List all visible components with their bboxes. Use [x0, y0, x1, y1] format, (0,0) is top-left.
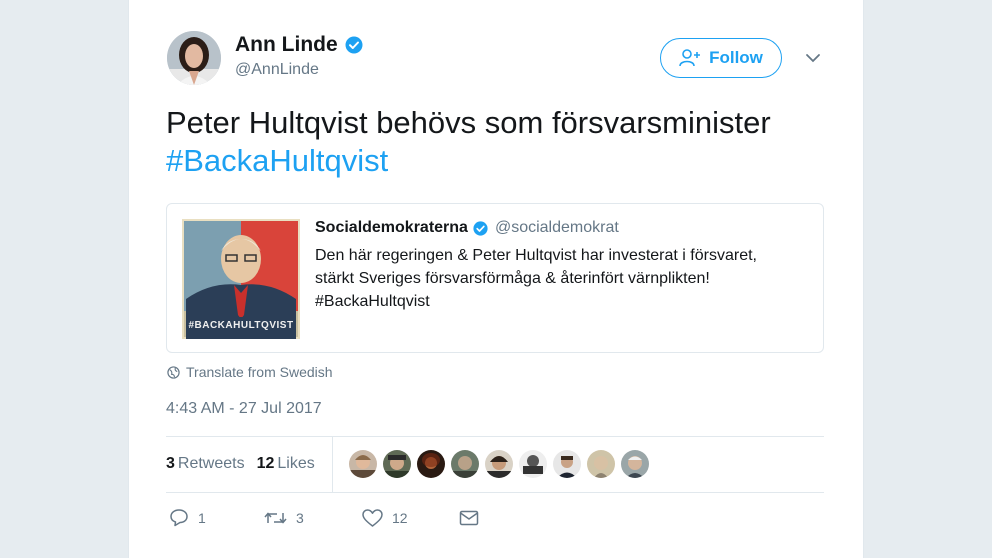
heart-icon	[362, 508, 383, 527]
quoted-author-handle[interactable]: @socialdemokrat	[495, 219, 619, 237]
author-name[interactable]: Ann Linde	[235, 33, 338, 57]
add-user-icon	[679, 49, 701, 67]
verified-badge-icon	[345, 36, 363, 54]
quoted-tweet-text: Den här regeringen & Peter Hultqvist har…	[315, 244, 815, 313]
retweet-icon	[264, 511, 287, 524]
liker-avatar[interactable]	[349, 450, 377, 478]
like-count: 12	[392, 509, 408, 526]
like-button[interactable]: 12	[362, 508, 459, 527]
follow-label: Follow	[709, 48, 763, 67]
reply-count: 1	[198, 509, 206, 526]
author-handle[interactable]: @AnnLinde	[235, 61, 319, 79]
follow-button[interactable]: Follow	[660, 38, 782, 78]
tweet-timestamp[interactable]: 4:43 AM - 27 Jul 2017	[166, 400, 322, 418]
quoted-tweet-image: #BACKAHULTQVIST	[182, 219, 300, 339]
author-name-row: Ann Linde	[235, 33, 363, 57]
quoted-text-line: Den här regeringen & Peter Hultqvist har…	[315, 247, 757, 264]
retweets-label: Retweets	[177, 455, 245, 472]
liker-avatar[interactable]	[553, 450, 581, 478]
tweet-body: Peter Hultqvist behövs som försvarsminis…	[166, 105, 771, 140]
likes-stat[interactable]: 12 Likes	[257, 455, 315, 473]
quoted-hashtag: #BackaHultqvist	[315, 293, 430, 310]
liker-avatar[interactable]	[417, 450, 445, 478]
divider	[166, 436, 824, 437]
retweets-stat[interactable]: 3 Retweets	[166, 455, 245, 473]
message-button[interactable]	[459, 510, 479, 526]
liker-avatar[interactable]	[587, 450, 615, 478]
retweet-count: 3	[296, 509, 304, 526]
envelope-icon	[459, 510, 479, 525]
liker-avatar[interactable]	[451, 450, 479, 478]
tweet-hashtag[interactable]: #BackaHultqvist	[166, 142, 771, 180]
avatar[interactable]	[167, 31, 221, 85]
quoted-tweet-header: Socialdemokraterna @socialdemokrat	[315, 219, 619, 237]
globe-icon	[167, 365, 180, 379]
retweet-button[interactable]: 3	[264, 510, 362, 526]
verified-badge-icon	[473, 220, 488, 236]
retweets-count: 3	[166, 455, 175, 472]
liker-avatar[interactable]	[485, 450, 513, 478]
likes-label: Likes	[277, 455, 315, 472]
translate-label: Translate from Swedish	[186, 364, 333, 380]
liker-avatar[interactable]	[621, 450, 649, 478]
image-caption: #BACKAHULTQVIST	[188, 320, 294, 331]
liker-avatars	[349, 450, 649, 478]
chevron-down-icon[interactable]	[805, 52, 821, 64]
reply-button[interactable]: 1	[169, 508, 264, 527]
engagement-stats: 3 Retweets 12 Likes	[166, 455, 315, 473]
reply-icon	[170, 509, 188, 527]
liker-avatar[interactable]	[519, 450, 547, 478]
stats-separator	[332, 437, 333, 492]
likes-count: 12	[256, 455, 275, 472]
liker-avatar[interactable]	[383, 450, 411, 478]
quoted-author-name[interactable]: Socialdemokraterna	[315, 219, 468, 237]
divider	[166, 492, 824, 493]
quoted-tweet[interactable]: #BACKAHULTQVIST Socialdemokraterna @soci…	[166, 203, 824, 353]
translate-link[interactable]: Translate from Swedish	[167, 364, 333, 380]
action-bar: 1 3 12	[169, 508, 479, 527]
tweet-text: Peter Hultqvist behövs som försvarsminis…	[166, 104, 771, 180]
tweet-card: Ann Linde @AnnLinde Follow Peter Hultqvi…	[128, 0, 864, 558]
quoted-text-line: stärkt Sveriges försvarsförmåga & återin…	[315, 270, 710, 287]
